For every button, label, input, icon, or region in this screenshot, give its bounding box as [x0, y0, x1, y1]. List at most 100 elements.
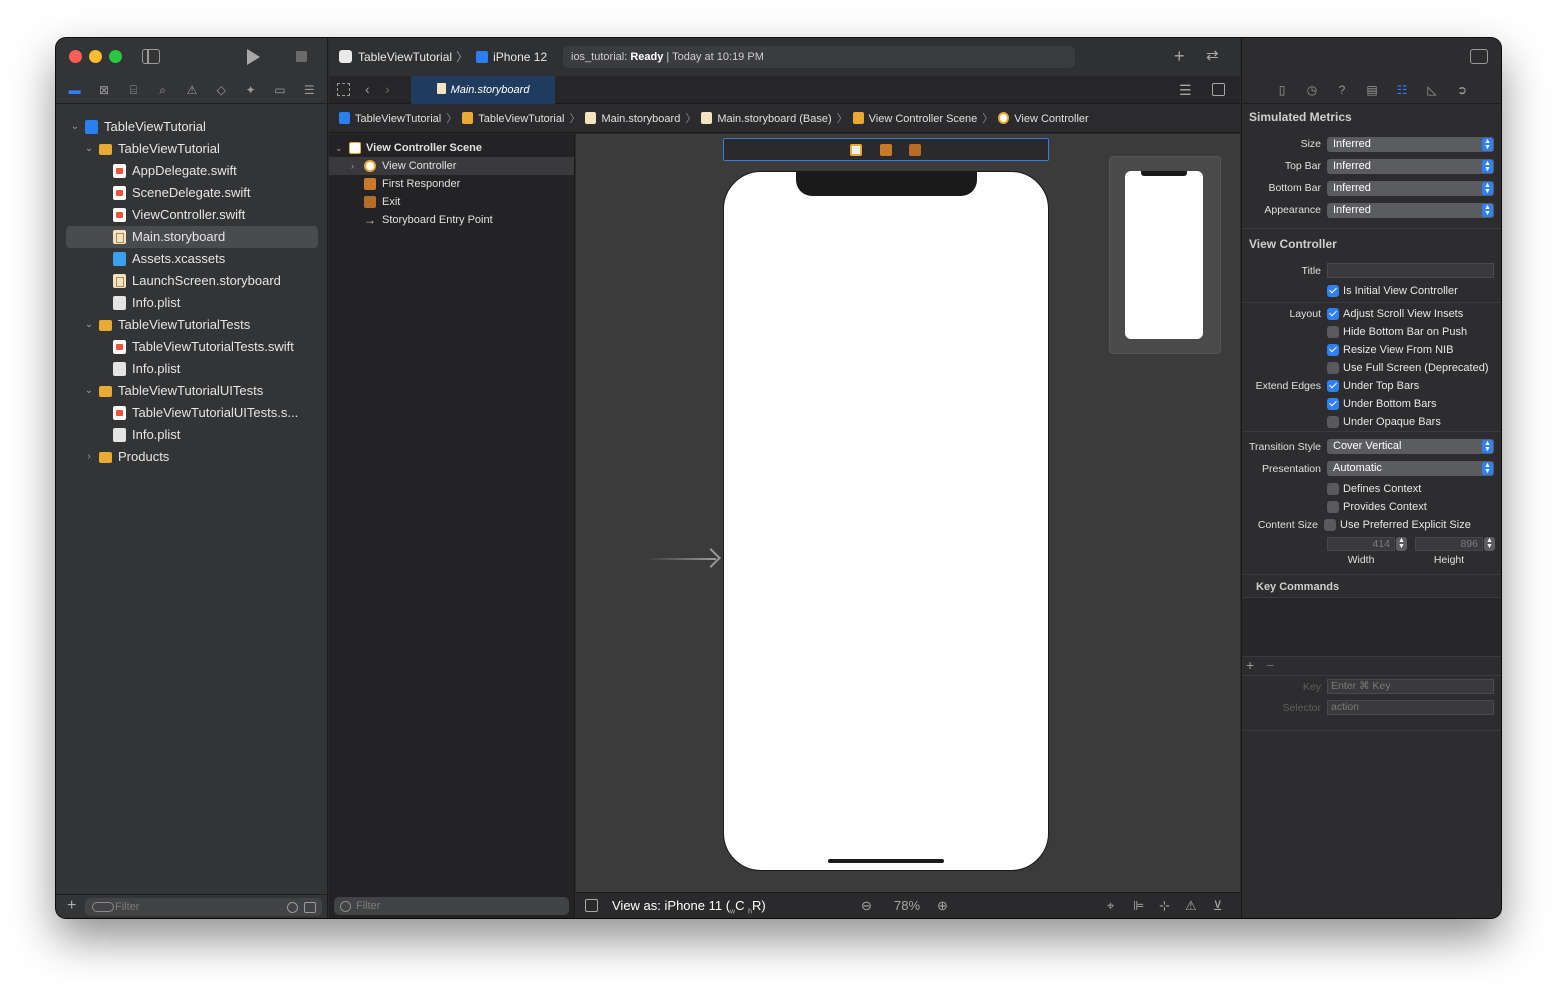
- use-preferred-size-checkbox[interactable]: Use Preferred Explicit Size: [1324, 518, 1471, 532]
- breakpoint-icon[interactable]: ▭: [271, 82, 289, 98]
- code-review-icon[interactable]: ⇄: [1206, 46, 1219, 64]
- add-icon[interactable]: +: [67, 898, 76, 914]
- file-inspector-icon[interactable]: ▯: [1274, 82, 1290, 98]
- chevron-down-icon[interactable]: ⌄: [84, 380, 94, 402]
- metric-popup[interactable]: Inferred ▲ ▼: [1327, 159, 1494, 174]
- align-icon[interactable]: ⊫: [1133, 893, 1144, 918]
- report-icon[interactable]: ☰: [300, 82, 318, 98]
- zoom-out-icon[interactable]: ⊖: [861, 893, 872, 918]
- zoom-in-icon[interactable]: ⊕: [937, 893, 948, 918]
- tree-item[interactable]: LaunchScreen.storyboard: [56, 270, 328, 292]
- grid-icon[interactable]: [337, 83, 350, 96]
- history-inspector-icon[interactable]: ◷: [1304, 82, 1320, 98]
- outline-item[interactable]: First Responder: [329, 175, 574, 193]
- add-constraints-icon[interactable]: ⊹: [1159, 893, 1170, 918]
- update-frames-icon[interactable]: ⌖: [1107, 893, 1114, 918]
- breadcrumb-item[interactable]: Main.storyboard: [585, 105, 680, 133]
- tree-item[interactable]: SceneDelegate.swift: [56, 182, 328, 204]
- folder-icon[interactable]: ▬: [66, 82, 84, 98]
- height-stepper[interactable]: ▲ ▼: [1484, 537, 1495, 551]
- option-checkbox[interactable]: Hide Bottom Bar on Push: [1327, 325, 1467, 339]
- attributes-inspector-icon[interactable]: ☷: [1394, 82, 1410, 98]
- view-controller-icon[interactable]: [850, 144, 862, 156]
- zoom-level[interactable]: 78%: [894, 893, 920, 918]
- add-editor-icon[interactable]: [1212, 83, 1225, 96]
- tree-item[interactable]: ⌄ TableViewTutorial: [56, 138, 328, 160]
- outline-scene-row[interactable]: ⌄ View Controller Scene: [329, 139, 574, 157]
- key-field[interactable]: Enter ⌘ Key: [1327, 679, 1494, 694]
- provides-context-checkbox[interactable]: Provides Context: [1327, 500, 1427, 514]
- back-arrow-icon[interactable]: ‹: [365, 81, 370, 97]
- tree-item[interactable]: ⌄ TableViewTutorialUITests: [56, 380, 328, 402]
- title-field[interactable]: [1327, 263, 1494, 278]
- outline-item[interactable]: › View Controller: [329, 157, 574, 175]
- option-checkbox[interactable]: Under Opaque Bars: [1327, 415, 1441, 429]
- outline-item[interactable]: Exit: [329, 193, 574, 211]
- transition-style-popup[interactable]: Cover Vertical ▲ ▼: [1327, 439, 1494, 454]
- tree-item[interactable]: Info.plist: [56, 292, 328, 314]
- selector-field[interactable]: action: [1327, 700, 1494, 715]
- sidebar-toggle-icon[interactable]: [142, 49, 160, 64]
- chevron-down-icon[interactable]: ⌄: [84, 138, 94, 160]
- remove-key-command-icon[interactable]: −: [1266, 657, 1274, 673]
- breadcrumb-item[interactable]: View Controller: [998, 105, 1089, 133]
- initial-vc-checkbox[interactable]: Is Initial View Controller: [1327, 284, 1458, 298]
- identity-inspector-icon[interactable]: ▤: [1364, 82, 1380, 98]
- stop-icon[interactable]: [296, 51, 307, 62]
- option-checkbox[interactable]: Adjust Scroll View Insets: [1327, 307, 1463, 321]
- tree-item[interactable]: TableViewTutorialUITests.s...: [56, 402, 328, 424]
- quick-help-icon[interactable]: ?: [1334, 82, 1350, 98]
- breadcrumb-item[interactable]: Main.storyboard (Base): [701, 105, 832, 133]
- connections-inspector-icon[interactable]: ➲: [1454, 82, 1470, 98]
- outline-filter-input[interactable]: Filter: [334, 897, 569, 915]
- width-stepper[interactable]: ▲ ▼: [1396, 537, 1407, 551]
- option-checkbox[interactable]: Resize View From NIB: [1327, 343, 1453, 357]
- metric-popup[interactable]: Inferred ▲ ▼: [1327, 137, 1494, 152]
- editor-options-icon[interactable]: ☰: [1179, 82, 1192, 99]
- breadcrumb-item[interactable]: TableViewTutorial: [339, 105, 441, 133]
- symbol-icon[interactable]: ⌸: [124, 82, 142, 98]
- tree-item[interactable]: ⌄ TableViewTutorial: [56, 116, 328, 138]
- view-controller-scene[interactable]: [723, 171, 1049, 871]
- chevron-down-icon[interactable]: ⌄: [70, 116, 80, 138]
- tree-item[interactable]: Assets.xcassets: [56, 248, 328, 270]
- key-commands-list[interactable]: [1242, 598, 1501, 656]
- breadcrumb-item[interactable]: TableViewTutorial: [462, 105, 564, 133]
- first-responder-icon[interactable]: [880, 144, 892, 156]
- library-plus-icon[interactable]: +: [1174, 46, 1185, 67]
- test-icon[interactable]: ◇: [212, 82, 230, 98]
- option-checkbox[interactable]: Under Top Bars: [1327, 379, 1419, 393]
- metric-popup[interactable]: Inferred ▲ ▼: [1327, 181, 1494, 196]
- run-icon[interactable]: [247, 49, 260, 65]
- tree-item[interactable]: Info.plist: [56, 424, 328, 446]
- device-config-button[interactable]: View as: iPhone 11 (wC hR): [612, 893, 766, 918]
- source-control-icon[interactable]: ⊠: [95, 82, 113, 98]
- outline-item[interactable]: → Storyboard Entry Point: [329, 211, 574, 229]
- issue-icon[interactable]: ⚠: [183, 82, 201, 98]
- close-button[interactable]: [69, 50, 82, 63]
- exit-icon[interactable]: [909, 144, 921, 156]
- filter-options-icon[interactable]: [92, 902, 114, 912]
- storyboard-entry-arrow[interactable]: [646, 558, 716, 560]
- embed-in-icon[interactable]: ⊻: [1213, 893, 1223, 918]
- breadcrumb-item[interactable]: View Controller Scene: [852, 105, 977, 133]
- add-key-command-icon[interactable]: +: [1246, 657, 1254, 673]
- minimap[interactable]: [1109, 156, 1221, 354]
- tree-item[interactable]: Info.plist: [56, 358, 328, 380]
- height-field[interactable]: 896: [1415, 537, 1483, 551]
- tree-item[interactable]: ViewController.swift: [56, 204, 328, 226]
- option-checkbox[interactable]: Use Full Screen (Deprecated): [1327, 361, 1489, 375]
- outline-toggle-icon[interactable]: [585, 899, 598, 912]
- inspector-toggle-icon[interactable]: [1470, 49, 1488, 64]
- source-control-filter-icon[interactable]: [304, 902, 316, 913]
- tree-item[interactable]: › Products: [56, 446, 328, 468]
- defines-context-checkbox[interactable]: Defines Context: [1327, 482, 1421, 496]
- recent-files-icon[interactable]: [287, 902, 298, 913]
- width-field[interactable]: 414: [1327, 537, 1395, 551]
- presentation-popup[interactable]: Automatic ▲ ▼: [1327, 461, 1494, 476]
- chevron-right-icon[interactable]: ›: [84, 446, 94, 468]
- forward-arrow-icon[interactable]: ›: [385, 81, 390, 97]
- size-inspector-icon[interactable]: ◺: [1424, 82, 1440, 98]
- metric-popup[interactable]: Inferred ▲ ▼: [1327, 203, 1494, 218]
- scheme-selector[interactable]: TableViewTutorial 〉 iPhone 12: [339, 47, 547, 67]
